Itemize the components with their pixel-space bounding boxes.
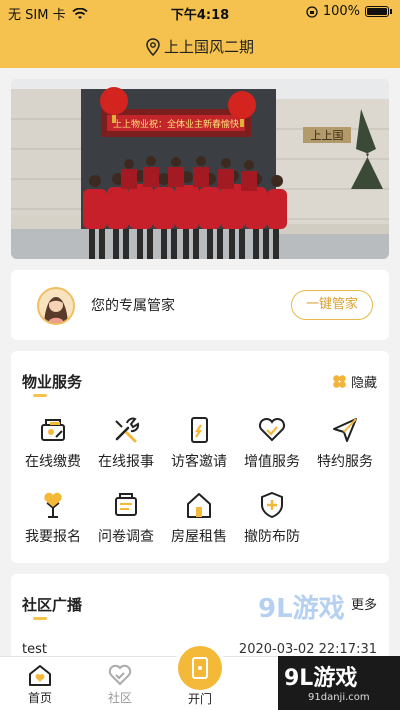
service-label: 访客邀请 [171,454,227,470]
services-title: 物业服务 [22,373,83,391]
battery-text: 100% [322,4,360,19]
watermark-brand: 9L游戏 [284,666,358,691]
open-door-button[interactable] [178,646,222,690]
banner-photo: 上上国 上上物业祝：全体业主新春愉快 [11,79,389,259]
signup-icon [44,492,62,518]
service-label: 撤防布防 [244,529,300,545]
survey-icon [115,493,137,516]
heart-hand-icon [258,417,286,442]
watermark-site: 91danji.com [308,692,370,703]
service-label: 在线报事 [98,454,154,470]
status-right: 100% [306,4,392,19]
community-heart-icon [108,664,132,686]
tab-home-label: 首页 [27,691,52,705]
one-click-butler-button[interactable]: 一键管家 [291,290,373,320]
shield-icon [261,491,283,519]
tab-community[interactable]: 社区 [90,663,150,706]
butler-avatar [37,287,75,325]
orientation-lock-icon [306,5,318,18]
service-house-rental[interactable]: 房屋租售 [163,490,235,546]
status-bar: 无 SIM 卡 下午4:18 100% [0,0,400,24]
watermark-logo: 9L游戏 91danji.com [278,656,400,710]
visitor-icon [191,417,208,443]
services-title-underline [33,394,47,397]
news-item-time: 2020-03-02 22:17:31 [238,642,377,657]
watermark-overlay: 9L游戏 [258,594,345,624]
service-online-payment[interactable]: 在线缴费 [17,415,89,471]
service-label: 特约服务 [317,454,373,470]
payment-icon [41,419,65,441]
open-door-label: 开门 [187,692,212,706]
location-selector[interactable]: 上上国风二期 [0,36,400,57]
banner-image[interactable]: 上上国 上上物业祝：全体业主新春愉快 [11,79,389,259]
property-services-card: 物业服务 隐藏 在线缴费 在线报事 访客邀请 增值服务 特约服务 我要报名 问卷… [11,351,389,563]
door-icon [192,657,208,679]
service-label: 在线缴费 [25,454,81,470]
service-special[interactable]: 特约服务 [309,415,381,471]
location-name: 上上国风二期 [163,38,254,56]
service-security-arm[interactable]: 撤防布防 [236,490,308,546]
hide-services-button[interactable]: 隐藏 [332,372,377,391]
tab-home[interactable]: 首页 [10,663,70,706]
service-label: 房屋租售 [171,529,227,545]
clover-icon [333,375,346,388]
news-item-title[interactable]: test [22,642,47,657]
wrench-icon [115,417,140,443]
community-title: 社区广播 [22,596,83,614]
service-online-report[interactable]: 在线报事 [90,415,162,471]
service-survey[interactable]: 问卷调查 [90,490,162,546]
location-pin-icon [146,37,160,56]
battery-icon [365,6,389,17]
more-link[interactable]: 更多 [351,594,377,613]
service-label: 增值服务 [244,454,300,470]
service-value-added[interactable]: 增值服务 [236,415,308,471]
service-label: 我要报名 [25,529,81,545]
app-header: 无 SIM 卡 下午4:18 100% 上上国风二期 [0,0,400,68]
butler-card: 您的专属管家 一键管家 [11,270,389,340]
banner-building-sign: 上上国 [311,129,344,142]
community-title-underline [33,617,47,620]
service-visitor-invite[interactable]: 访客邀请 [163,415,235,471]
service-label: 问卷调查 [98,529,154,545]
house-icon [187,493,211,518]
butler-title: 您的专属管家 [91,298,175,314]
banner-slogan: 上上物业祝：全体业主新春愉快 [113,118,239,130]
hide-label: 隐藏 [350,376,377,391]
send-icon [333,418,357,442]
home-icon [29,665,51,686]
tab-community-label: 社区 [107,691,132,705]
service-signup[interactable]: 我要报名 [17,490,89,546]
